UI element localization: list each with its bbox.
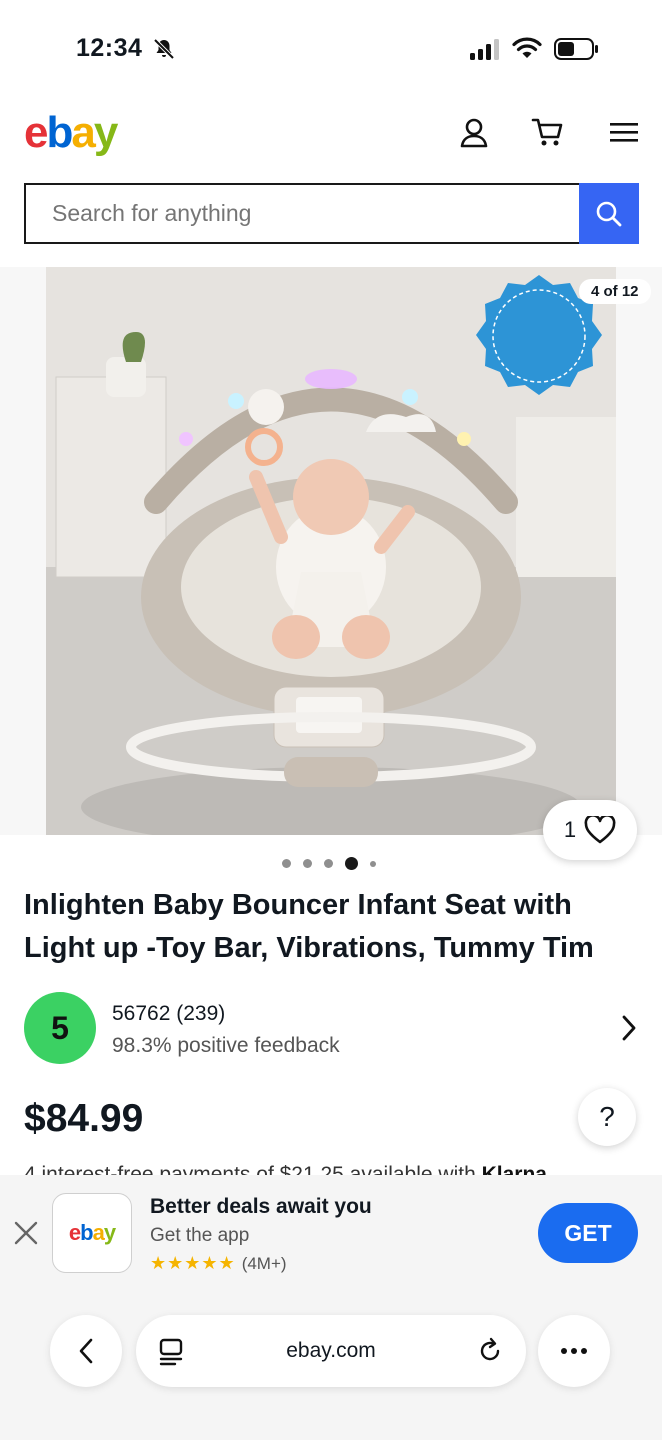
reload-icon[interactable] (476, 1337, 504, 1365)
site-header: ebay (0, 100, 662, 170)
back-button[interactable] (50, 1315, 122, 1387)
rating-count: (4M+) (241, 1253, 287, 1273)
banner-subtitle: Get the app (150, 1225, 250, 1246)
pagination-dot[interactable] (370, 860, 376, 867)
banner-title: Better deals await you (150, 1195, 372, 1218)
help-button[interactable]: ? (578, 1088, 636, 1146)
more-button[interactable] (538, 1315, 610, 1387)
app-install-banner: ebay Better deals await you Get the app … (0, 1175, 662, 1440)
search-input[interactable] (26, 185, 579, 242)
image-counter: 4 of 12 (579, 279, 651, 304)
cart-icon[interactable] (528, 112, 568, 152)
pagination-dot[interactable] (282, 859, 291, 868)
chevron-left-icon (79, 1338, 93, 1364)
account-icon[interactable] (454, 112, 494, 152)
more-icon (561, 1348, 587, 1354)
wifi-icon (512, 37, 542, 58)
search-icon (596, 201, 622, 226)
url-text: ebay.com (286, 1339, 376, 1362)
pagination-dot[interactable] (303, 859, 312, 868)
battery-icon (554, 38, 598, 60)
address-bar[interactable]: ebay.com (136, 1315, 526, 1387)
product-title: Inlighten Baby Bouncer Infant Seat with … (24, 889, 594, 964)
status-time: 12:34 (76, 34, 143, 62)
watch-button[interactable]: 1 (543, 800, 637, 860)
watch-count: 1 (563, 817, 577, 842)
app-rating: ★★★★★ (4M+) (150, 1253, 287, 1274)
bell-off-icon (153, 38, 175, 60)
seller-avatar: 5 (24, 992, 96, 1064)
search-button[interactable] (579, 183, 639, 244)
ebay-app-icon: ebay (52, 1193, 132, 1273)
close-icon[interactable] (12, 1219, 40, 1247)
product-photo[interactable] (46, 267, 616, 835)
star-rating-icon: ★★★★★ (150, 1253, 236, 1273)
pagination-dot[interactable] (324, 859, 333, 868)
chevron-right-icon (622, 1015, 636, 1041)
seller-info[interactable]: 5 56762 (239) 98.3% positive feedback (24, 992, 638, 1066)
get-app-button[interactable]: GET (538, 1203, 638, 1263)
pagination-dot-active[interactable] (345, 857, 358, 870)
menu-icon[interactable] (604, 112, 644, 152)
status-bar: 12:34 (0, 0, 662, 100)
ebay-logo[interactable]: ebay (24, 108, 118, 158)
gallery-pagination (282, 857, 376, 870)
seller-name: 56762 (239) (112, 1002, 226, 1025)
image-gallery[interactable]: 4 of 12 (0, 267, 662, 835)
product-price: $84.99 (24, 1097, 144, 1140)
search-bar (24, 183, 639, 244)
heart-icon (584, 816, 616, 844)
signal-icon (470, 39, 499, 60)
seller-feedback: 98.3% positive feedback (112, 1034, 340, 1057)
klarna-financing[interactable]: 4 interest-free payments of $21.25 avail… (24, 1160, 644, 1176)
